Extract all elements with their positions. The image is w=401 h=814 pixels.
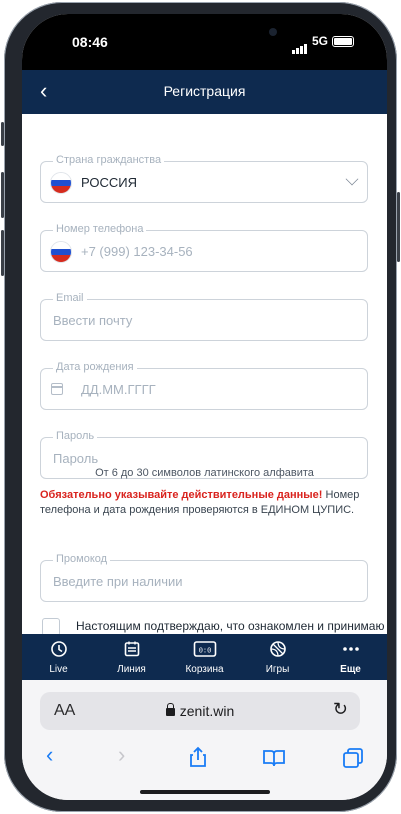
birth-date-label: Дата рождения <box>53 361 137 373</box>
power-button <box>397 192 400 262</box>
email-label: Email <box>53 292 87 304</box>
tab-live-label: Live <box>49 664 68 675</box>
promo-field[interactable]: Промокод Введите при наличии <box>40 553 368 602</box>
tab-line[interactable]: Линия <box>95 634 168 680</box>
tabs-icon[interactable] <box>342 747 364 769</box>
tab-cart-label: Корзина <box>185 664 224 675</box>
birth-date-placeholder: ДД.ММ.ГГГГ <box>81 382 156 397</box>
network-label: 5G <box>312 34 329 48</box>
clock-icon <box>50 641 67 657</box>
calendar-icon <box>51 383 63 395</box>
tab-games-label: Игры <box>265 664 290 675</box>
battery-icon <box>332 36 354 47</box>
promo-placeholder: Введите при наличии <box>53 574 183 589</box>
promo-label: Промокод <box>53 553 111 565</box>
chevron-down-icon <box>345 172 359 186</box>
address-bar[interactable]: AA zenit.win ↻ <box>40 692 360 730</box>
status-time: 08:46 <box>72 34 108 50</box>
russia-flag-icon <box>50 241 72 263</box>
tab-more-label: Еще <box>340 664 361 675</box>
country-select[interactable]: Страна гражданства РОССИЯ <box>40 154 368 203</box>
home-indicator <box>140 790 270 794</box>
tab-line-label: Линия <box>117 664 146 675</box>
dynamic-island <box>140 20 277 50</box>
page-title: Регистрация <box>163 83 246 99</box>
phone-placeholder: +7 (999) 123-34-56 <box>81 244 193 259</box>
camera-icon <box>269 28 277 36</box>
russia-flag-icon <box>50 172 72 194</box>
more-dots-icon <box>342 647 359 651</box>
lock-icon <box>165 703 175 716</box>
bottom-tab-bar: Live Линия 0:0 Корзина Игры Еще <box>22 634 387 680</box>
volume-up-button <box>1 172 4 218</box>
tab-games[interactable]: Игры <box>241 634 314 680</box>
app-header: ‹ Регистрация <box>22 70 387 114</box>
password-placeholder: Пароль <box>53 451 99 466</box>
tab-more[interactable]: Еще <box>314 634 387 680</box>
back-icon[interactable]: ‹ <box>46 742 53 768</box>
forward-icon[interactable]: › <box>118 742 125 768</box>
country-label: Страна гражданства <box>53 154 165 166</box>
screen: 08:46 5G ‹ Регистрация Страна гражданств… <box>22 14 387 800</box>
url-value: zenit.win <box>179 703 235 719</box>
svg-text:0:0: 0:0 <box>198 648 211 656</box>
scoreboard-icon: 0:0 <box>193 641 216 657</box>
share-icon[interactable] <box>188 746 208 768</box>
phone-field[interactable]: Номер телефона +7 (999) 123-34-56 <box>40 223 368 272</box>
consent-text: Настоящим подтверждаю, что ознакомлен и … <box>76 619 385 633</box>
ball-icon <box>269 641 286 657</box>
browser-toolbar: AA zenit.win ↻ ‹ › <box>22 680 387 800</box>
email-field[interactable]: Email Ввести почту <box>40 292 368 341</box>
password-label: Пароль <box>53 430 98 442</box>
reload-icon[interactable]: ↻ <box>333 699 348 720</box>
calendar-list-icon <box>124 641 139 657</box>
warning-text: Обязательно указывайте действительные да… <box>40 488 372 518</box>
status-bar: 08:46 5G <box>22 14 387 70</box>
password-hint: От 6 до 30 символов латинского алфавита <box>95 467 314 479</box>
warning-bold: Обязательно указывайте действительные да… <box>40 489 323 501</box>
email-placeholder: Ввести почту <box>53 313 133 328</box>
tab-live[interactable]: Live <box>22 634 95 680</box>
phone-frame: 08:46 5G ‹ Регистрация Страна гражданств… <box>1 2 400 812</box>
signal-icon <box>292 36 308 54</box>
volume-down-button <box>1 230 4 276</box>
tab-cart[interactable]: 0:0 Корзина <box>168 634 241 680</box>
url-text: zenit.win <box>40 703 360 719</box>
country-value: РОССИЯ <box>81 175 138 190</box>
registration-form: Страна гражданства РОССИЯ Номер телефона… <box>22 114 387 636</box>
book-icon[interactable] <box>262 749 286 767</box>
mute-switch <box>1 122 4 146</box>
birth-date-field[interactable]: Дата рождения ДД.ММ.ГГГГ <box>40 361 368 410</box>
phone-label: Номер телефона <box>53 223 147 235</box>
